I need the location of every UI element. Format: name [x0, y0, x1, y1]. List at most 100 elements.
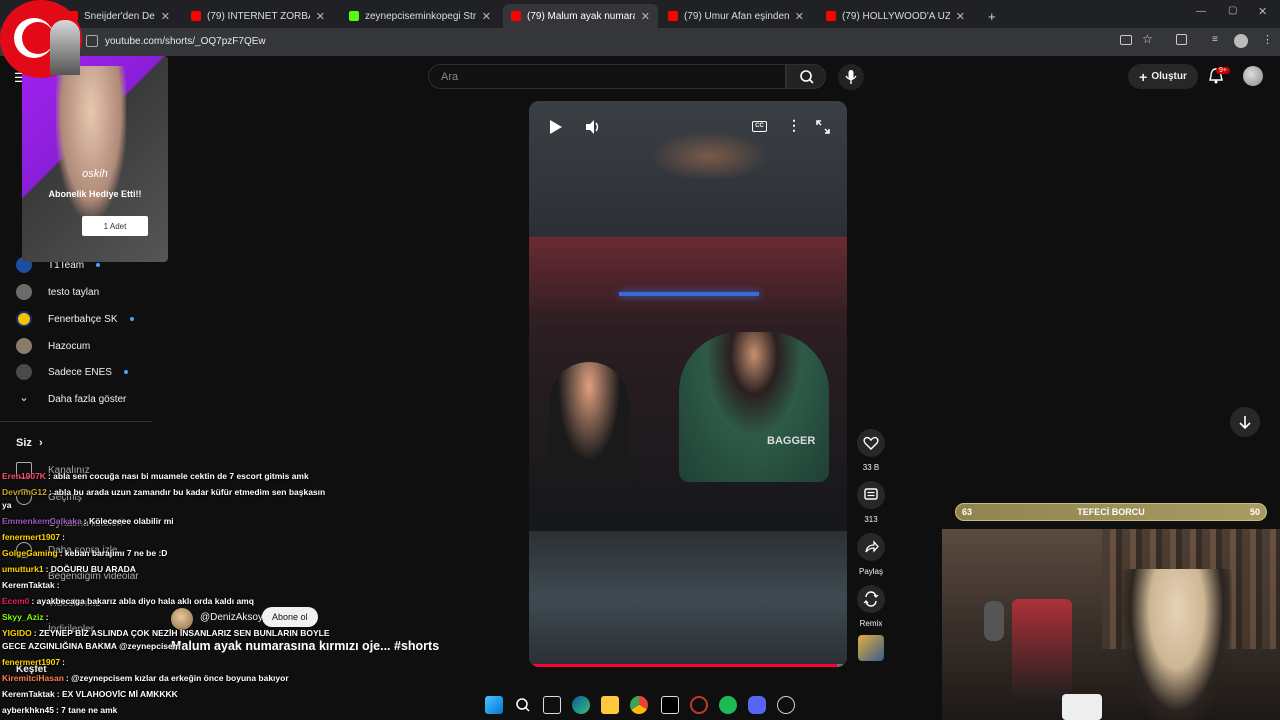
comments-button[interactable] — [857, 481, 885, 509]
debt-right-value: 50 — [1249, 507, 1260, 517]
edge-icon[interactable] — [572, 696, 590, 714]
site-info-icon[interactable] — [86, 35, 98, 47]
chat-message: ya — [2, 500, 11, 510]
notification-count-badge: 9+ — [1216, 67, 1230, 74]
profile-icon[interactable] — [1234, 34, 1248, 48]
chevron-right-icon: › — [38, 437, 43, 449]
sidebar-you-header[interactable]: Siz › — [16, 437, 43, 449]
account-avatar[interactable] — [1243, 66, 1263, 86]
chat-message: fenermert1907: — [2, 532, 65, 542]
new-tab-button[interactable]: + — [980, 4, 1000, 28]
tab-title: Sneijder'den Derbide 2 — [84, 10, 155, 22]
sidebar-item-sadece-enes[interactable]: Sadece ENES — [16, 362, 128, 382]
task-view-icon[interactable] — [543, 696, 561, 714]
chat-message: ayberkhkn45: 7 tane ne amk — [2, 705, 117, 715]
sidebar-show-more[interactable]: ⌄ Daha fazla göster — [16, 389, 126, 409]
like-button[interactable] — [857, 429, 885, 457]
maximize-icon[interactable]: ▢ — [1228, 5, 1237, 16]
youtube-favicon-icon — [668, 11, 678, 21]
remix-label: Remix — [859, 619, 883, 628]
chrome-icon[interactable] — [630, 696, 648, 714]
windows-start-icon[interactable] — [485, 696, 503, 714]
tab-title: (79) HOLLYWOOD'A UZANAN Y — [842, 10, 950, 22]
arrow-down-icon — [1239, 416, 1251, 430]
settings-gear-icon[interactable] — [777, 696, 795, 714]
windows-taskbar — [480, 692, 800, 718]
spotify-icon[interactable] — [719, 696, 737, 714]
browser-tab[interactable]: (79) İNTERNET ZORBASINA SO ✕ — [183, 4, 333, 28]
chat-username: fenermert1907 — [2, 532, 61, 542]
video-progress-bar[interactable] — [533, 664, 843, 667]
streamer-webcam — [942, 529, 1280, 720]
youtube-favicon-icon — [826, 11, 836, 21]
fullscreen-icon[interactable] — [815, 119, 831, 135]
file-explorer-icon[interactable] — [601, 696, 619, 714]
youtube-favicon-icon — [511, 11, 521, 21]
play-icon[interactable] — [545, 117, 565, 137]
search-icon[interactable] — [514, 696, 532, 714]
chat-text: : @zeynepcisem kızlar da erkeğin önce bo… — [65, 673, 289, 683]
next-short-button[interactable] — [1230, 407, 1260, 437]
microphone-stand — [1012, 599, 1072, 699]
channel-name[interactable]: @DenizAksoy — [200, 612, 263, 623]
opera-icon[interactable] — [690, 696, 708, 714]
sidebar-section-title: Siz — [16, 437, 32, 449]
voice-search-button[interactable] — [838, 64, 864, 90]
search-button[interactable] — [786, 64, 826, 89]
reading-list-icon[interactable]: ≡ — [1212, 34, 1218, 45]
create-label: Oluştur — [1151, 71, 1187, 82]
channel-avatar-icon — [16, 311, 32, 327]
volume-icon[interactable] — [583, 117, 603, 137]
bookmark-star-icon[interactable]: ☆ — [1142, 32, 1153, 46]
browser-tab-active[interactable]: (79) Malum ayak numarasına kı ✕ — [503, 4, 658, 28]
share-button[interactable] — [857, 533, 885, 561]
captions-icon[interactable]: CC — [752, 121, 767, 132]
close-tab-icon[interactable]: ✕ — [161, 10, 170, 23]
alert-message: Abonelik Hediye Etti!! — [48, 189, 142, 199]
channel-avatar[interactable] — [171, 608, 193, 630]
sound-thumbnail[interactable] — [858, 635, 884, 661]
create-button[interactable]: + Oluştur — [1128, 64, 1198, 89]
gift-sub-alert: oskih Abonelik Hediye Etti!! 1 Adet — [22, 56, 168, 262]
url-field[interactable]: youtube.com/shorts/_OQ7pzF7QEw — [105, 36, 266, 47]
chat-username: KeremTaktak — [2, 689, 55, 699]
debt-label: TEFECİ BORCU — [1077, 507, 1145, 517]
subscribe-button[interactable]: Abone ol — [262, 607, 318, 627]
browser-tab[interactable]: zeynepciseminkopegi Stream - ✕ — [341, 4, 499, 28]
close-tab-icon[interactable]: ✕ — [795, 10, 804, 23]
search-placeholder: Ara — [441, 71, 459, 83]
install-app-icon[interactable] — [1120, 35, 1132, 45]
chat-username: GolgeGaming — [2, 548, 58, 558]
search-input[interactable]: Ara — [428, 64, 786, 89]
browser-tab[interactable]: (79) Umur Afan eşinden azar yi ✕ — [660, 4, 812, 28]
chat-message: fenermert1907: — [2, 657, 65, 667]
shorts-video-player[interactable]: BAGGER CC ⋮ — [529, 101, 847, 667]
minimize-icon[interactable]: — — [1196, 6, 1206, 17]
close-tab-icon[interactable]: ✕ — [316, 10, 325, 23]
channel-avatar-icon — [16, 364, 32, 380]
sidebar-item-fenerbahce[interactable]: Fenerbahçe SK — [16, 309, 134, 329]
close-tab-icon[interactable]: ✕ — [482, 10, 491, 23]
extensions-icon[interactable] — [1176, 34, 1187, 45]
sidebar-item-label: testo taylan — [48, 286, 100, 298]
new-content-dot — [96, 263, 101, 267]
discord-icon[interactable] — [748, 696, 766, 714]
chat-username: DevrimG12 — [2, 487, 47, 497]
chat-text: : 7 tane ne amk — [55, 705, 118, 715]
browser-menu-icon[interactable]: ⋮ — [1262, 33, 1273, 46]
close-tab-icon[interactable]: ✕ — [641, 10, 650, 23]
x-app-icon[interactable] — [661, 696, 679, 714]
browser-tab[interactable]: (79) HOLLYWOOD'A UZANAN Y ✕ — [818, 4, 973, 28]
chat-message: KeremTaktak: — [2, 580, 60, 590]
chat-username: EmmenkemCalkaka — [2, 516, 82, 526]
close-tab-icon[interactable]: ✕ — [956, 10, 965, 23]
chat-message: EmmenkemCalkaka: Köleceeee olabilir mi — [2, 516, 174, 526]
sidebar-item-hazocum[interactable]: Hazocum — [16, 336, 90, 356]
tab-title: zeynepciseminkopegi Stream - — [365, 10, 476, 22]
sidebar-item-testo-taylan[interactable]: testo taylan — [16, 282, 99, 302]
remix-button[interactable] — [857, 585, 885, 613]
more-options-icon[interactable]: ⋮ — [787, 117, 801, 134]
chat-username: Skyy_Aziz — [2, 612, 44, 622]
heart-icon — [863, 436, 879, 450]
close-window-icon[interactable]: ✕ — [1258, 5, 1267, 18]
